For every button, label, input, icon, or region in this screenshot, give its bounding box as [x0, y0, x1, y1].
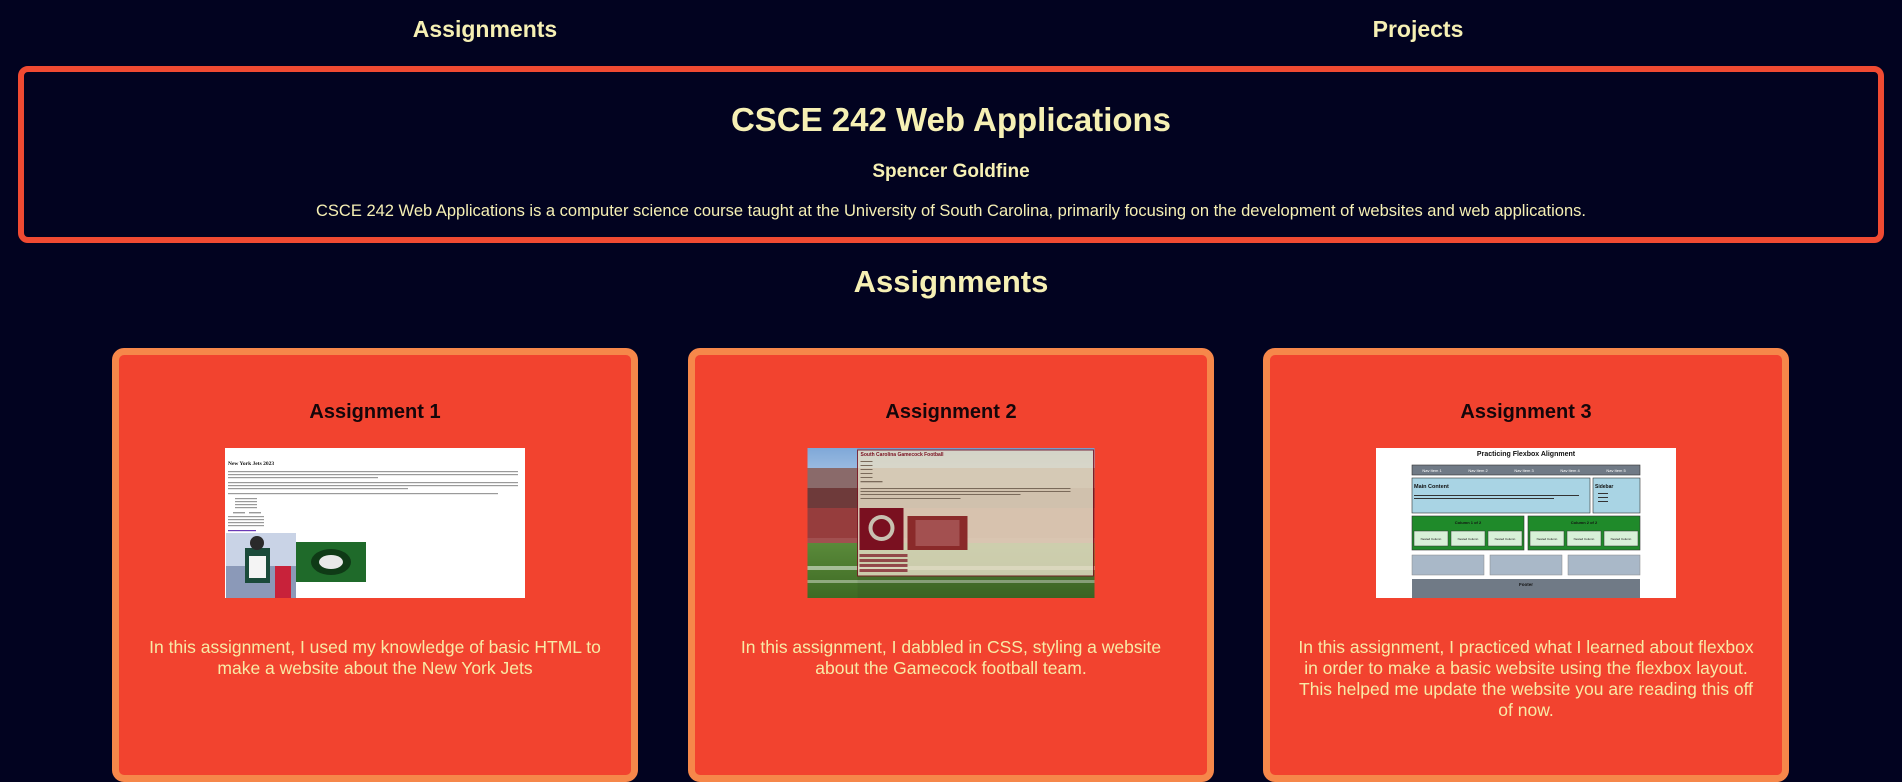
flexbox-preview-nested-label: Nested Column [1421, 537, 1442, 541]
nav-link-assignments[interactable]: Assignments [413, 16, 557, 43]
top-nav: Assignments Projects [0, 0, 1902, 62]
card-title: Assignment 3 [1460, 401, 1592, 423]
assignment-card-3[interactable]: Assignment 3 Practicing Flexbox Alignmen… [1263, 348, 1789, 782]
flexbox-preview-nav-item: Nav Item 2 [1468, 468, 1488, 473]
flexbox-preview-nested-label: Nested Column [1537, 537, 1558, 541]
flexbox-page-preview: Practicing Flexbox Alignment Nav Item 1 … [1376, 448, 1676, 598]
page-title: CSCE 242 Web Applications [730, 101, 1172, 138]
assignment-1-thumbnail[interactable]: New York Jets 2023 [225, 448, 525, 598]
hero-banner: CSCE 242 Web Applications Spencer Goldfi… [18, 66, 1884, 243]
flexbox-preview-nav-item: Nav Item 5 [1606, 468, 1626, 473]
flexbox-preview-column-label: Column 2 of 2 [1571, 520, 1598, 525]
assignment-card-1[interactable]: Assignment 1 New York Jets 2023 In this … [112, 348, 638, 782]
gamecock-preview-heading: South Carolina Gamecock Football [861, 452, 945, 458]
card-description: In this assignment, I practiced what I l… [1298, 637, 1754, 720]
flexbox-preview-nav-item: Nav Item 1 [1422, 468, 1442, 473]
nav-link-projects[interactable]: Projects [1373, 16, 1464, 43]
card-description: In this assignment, I used my knowledge … [149, 637, 601, 678]
flexbox-preview-nav-item: Nav Item 4 [1560, 468, 1580, 473]
course-description: CSCE 242 Web Applications is a computer … [316, 202, 1586, 220]
flexbox-preview-nested-label: Nested Column [1574, 537, 1595, 541]
card-title: Assignment 2 [885, 401, 1017, 423]
flexbox-preview-footer-label: Footer [1519, 582, 1533, 587]
flexbox-preview-sidebar-label: Sidebar [1595, 484, 1613, 490]
flexbox-preview-nested-label: Nested Column [1458, 537, 1479, 541]
author-name: Spencer Goldfine [872, 161, 1030, 182]
assignment-3-thumbnail[interactable]: Practicing Flexbox Alignment Nav Item 1 … [1376, 448, 1676, 598]
assignment-card-2[interactable]: Assignment 2 South Carolina Gamecock Foo… [688, 348, 1214, 782]
gamecock-page-preview: South Carolina Gamecock Football [807, 448, 1095, 598]
flexbox-preview-column-label: Column 1 of 2 [1455, 520, 1482, 525]
assignment-2-thumbnail[interactable]: South Carolina Gamecock Football [807, 448, 1095, 598]
flexbox-preview-heading: Practicing Flexbox Alignment [1477, 451, 1576, 458]
flexbox-preview-nav-item: Nav Item 3 [1514, 468, 1534, 473]
jets-preview-heading: New York Jets 2023 [228, 461, 274, 467]
card-description: In this assignment, I dabbled in CSS, st… [740, 637, 1162, 678]
flexbox-preview-nested-label: Nested Column [1495, 537, 1516, 541]
section-title-assignments: Assignments [853, 264, 1049, 299]
flexbox-preview-main-label: Main Content [1414, 484, 1449, 490]
jets-page-preview: New York Jets 2023 [225, 448, 525, 598]
flexbox-preview-nested-label: Nested Column [1611, 537, 1632, 541]
card-title: Assignment 1 [309, 401, 441, 423]
